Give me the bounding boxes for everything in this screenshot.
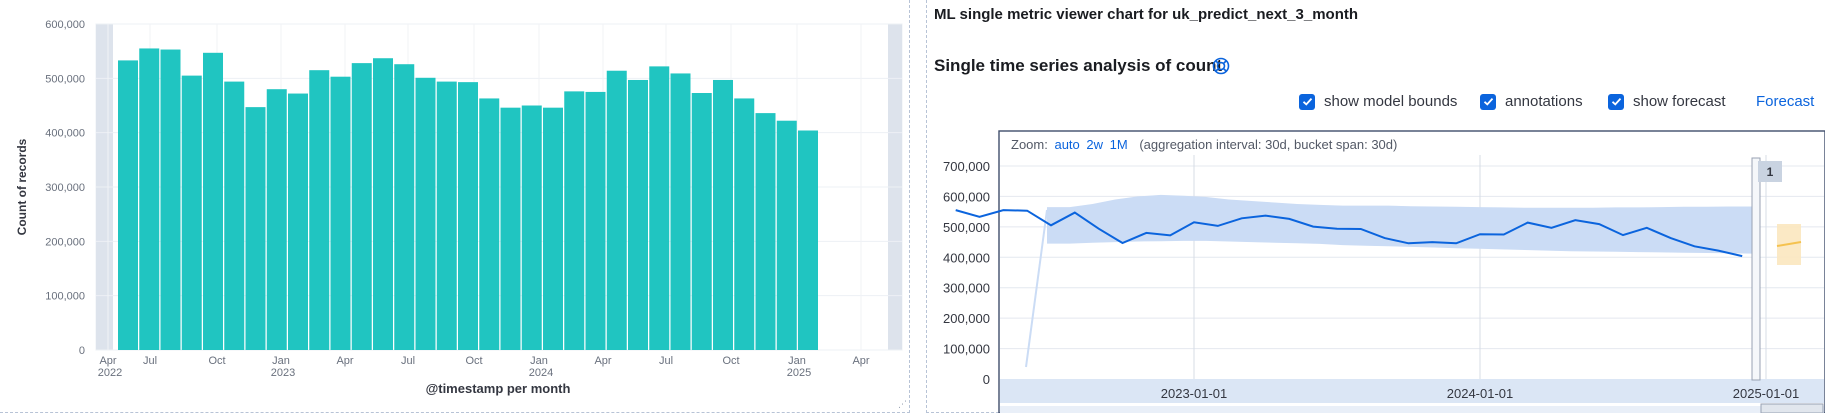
annotation-marker[interactable] bbox=[1751, 157, 1761, 381]
y-tick-label: 500,000 bbox=[943, 220, 990, 235]
x-tick-label: 2024-01-01 bbox=[1447, 386, 1514, 401]
y-tick-label: 400,000 bbox=[943, 250, 990, 265]
context-band bbox=[1000, 406, 1824, 413]
zoom-auto-link[interactable]: auto bbox=[1054, 137, 1079, 152]
y-tick-label: 200,000 bbox=[943, 311, 990, 326]
zoom-label: Zoom: bbox=[1011, 137, 1048, 152]
zoom-controls: Zoom: auto 2w 1M (aggregation interval: … bbox=[1011, 137, 1397, 152]
zoom-1m-link[interactable]: 1M bbox=[1110, 137, 1128, 152]
y-tick-label: 100,000 bbox=[943, 342, 990, 357]
y-tick-label: 600,000 bbox=[943, 189, 990, 204]
x-tick-label: 2023-01-01 bbox=[1161, 386, 1228, 401]
aggregation-info: (aggregation interval: 30d, bucket span:… bbox=[1139, 137, 1398, 152]
x-axis-band bbox=[1000, 379, 1824, 403]
y-tick-label: 700,000 bbox=[943, 159, 990, 174]
chart-frame bbox=[998, 130, 1825, 413]
single-metric-chart: 1 700,000 600,000 500,000 400,000 300,000 200… bbox=[943, 130, 1825, 413]
zoom-2w-link[interactable]: 2w bbox=[1086, 137, 1103, 152]
y-tick-label: 300,000 bbox=[943, 281, 990, 296]
y-tick-label: 0 bbox=[983, 372, 990, 387]
x-tick-label: 2025-01-01 bbox=[1733, 386, 1800, 401]
annotation-badge-label: 1 bbox=[1767, 165, 1774, 179]
brush-handle[interactable] bbox=[1760, 403, 1824, 413]
